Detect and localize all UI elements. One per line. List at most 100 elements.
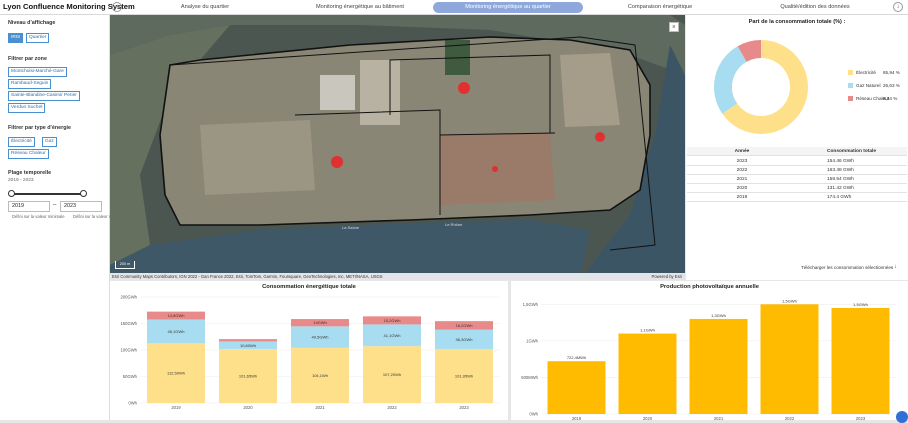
pv-bar[interactable]: [689, 318, 748, 414]
donut-slice[interactable]: [737, 40, 762, 63]
cell-consommation: 154.46 GWh: [827, 159, 854, 164]
tab-analyse-quartier[interactable]: Analyse du quartier: [150, 2, 260, 13]
pv-bar[interactable]: [547, 361, 606, 414]
tab-qualite-donnees[interactable]: Qualité/édition des données: [745, 2, 885, 13]
bar-data-label: 14,8GWh: [168, 313, 185, 318]
bar-segment[interactable]: [219, 339, 277, 342]
zone-chip-montchoisi[interactable]: Montchoisi-Marché-Gare: [8, 67, 67, 77]
y-tick-label: 100GWh: [120, 348, 137, 353]
bar-data-label: 1,1GWh: [640, 328, 655, 333]
cell-annee: 2021: [736, 177, 748, 182]
download-selection-icon[interactable]: ↓: [894, 264, 897, 270]
x-tick-label: 2021: [315, 405, 325, 410]
level-option-quartier[interactable]: Quartier: [26, 33, 50, 43]
legend-swatch-gaz: [848, 83, 853, 88]
map-marker[interactable]: [595, 132, 605, 142]
legend-reseau-chaleur: Réseau Chaleur 8,34 %: [848, 96, 897, 101]
y-tick-label: 500MWh: [521, 375, 538, 380]
bar-data-label: 112,50Wh: [167, 371, 185, 376]
cell-annee: 2023: [736, 159, 748, 164]
cell-annee: 2020: [736, 186, 748, 191]
bar-data-label: 41,1GWh: [384, 333, 401, 338]
year-end-input[interactable]: 2023: [60, 201, 102, 212]
y-tick-label: 50GWh: [123, 374, 138, 379]
set-min-label[interactable]: Défini sur la valeur minimale: [12, 214, 65, 219]
help-button[interactable]: [896, 411, 908, 423]
bar-data-label: 10,60Wh: [240, 343, 256, 348]
energy-heading: Filtrer par type d'énergie: [8, 125, 71, 131]
legend-swatch-elec: [848, 70, 853, 75]
x-tick-label: 2019: [171, 405, 181, 410]
pv-bar[interactable]: [618, 333, 677, 414]
bar-data-label: 15,2GWh: [384, 318, 401, 323]
map-marker[interactable]: [492, 166, 498, 172]
table-row[interactable]: 2020 131.42 GWh: [687, 184, 907, 193]
zone-heading: Filtrer par zone: [8, 56, 47, 62]
period-slider-track[interactable]: [11, 193, 83, 195]
y-tick-label: 0Wh: [529, 412, 538, 417]
home-icon[interactable]: ⌂: [112, 2, 122, 12]
x-tick-label: 2019: [572, 416, 582, 420]
bar-data-label: 101,65Wh: [239, 374, 257, 379]
map-attribution-text: Esri Community Maps Contributors, IGN 20…: [112, 274, 383, 279]
set-max-label[interactable]: Défini sur la valeur maximale: [73, 214, 110, 219]
powered-by-esri[interactable]: Powered by Esri: [652, 273, 683, 280]
river-label-rhone: Le Rhône: [445, 222, 463, 227]
zone-chip-sainte-blandine[interactable]: Sainte-Blandine-Casimir Perier: [8, 91, 80, 101]
stacked-bar-chart: 0Wh 50GWh 100GWh 150GWh 200GWh 112,50Wh 45,1GW…: [120, 295, 500, 410]
cell-annee: 2019: [736, 195, 748, 200]
zone-chip-verdun-suchet[interactable]: Verdun Suchet: [8, 103, 46, 113]
bar-data-label: 45,1GWh: [168, 329, 185, 334]
energy-chip-electricite[interactable]: Électricité: [8, 137, 35, 147]
cell-consommation: 163.48 GWh: [827, 168, 854, 173]
table-header: Année Consommation totale: [687, 147, 907, 156]
filter-sidebar: Niveau d'affichage IRIS Quartier Filtrer…: [0, 15, 110, 420]
cell-consommation: 131.42 GWh: [827, 186, 854, 191]
total-consumption-chart-panel: Consommation énergétique totale 0Wh 50GWh…: [110, 281, 508, 420]
energy-chip-gaz[interactable]: Gaz: [42, 137, 57, 147]
tab-comparaison-energetique[interactable]: Comparaison énergétique: [600, 2, 720, 13]
table-row[interactable]: 2021 158.54 GWh: [687, 175, 907, 184]
level-option-iris[interactable]: IRIS: [8, 33, 24, 43]
table-row[interactable]: 2022 163.48 GWh: [687, 166, 907, 175]
year-range-dash: –: [53, 202, 57, 208]
energy-chip-reseau-chaleur[interactable]: Réseau Chaleur: [8, 149, 49, 159]
y-tick-label: 200GWh: [120, 295, 137, 300]
pv-bar[interactable]: [831, 307, 890, 414]
district-map[interactable]: ≡ La Saône Le Rhône 200 m Esri Community…: [110, 15, 685, 280]
layers-icon[interactable]: ≡: [669, 22, 679, 32]
bar-data-label: 107,20Wh: [383, 372, 401, 377]
bar-data-label: 1,3GWh: [711, 313, 726, 318]
tab-monitoring-quartier[interactable]: Monitoring énergétique au quartier: [433, 2, 583, 13]
col-header-annee: Année: [734, 149, 750, 154]
bar-data-label: 101,95Wh: [455, 373, 473, 378]
zone-chip-rambaud[interactable]: Rambaud-Seguin: [8, 79, 52, 89]
map-marker[interactable]: [458, 82, 470, 94]
pv-bar[interactable]: [760, 304, 819, 414]
y-tick-label: 1GWh: [526, 338, 539, 343]
col-header-consommation: Consommation totale: [827, 149, 877, 154]
top-navigation-bar: Lyon Confluence Monitoring System ⌂ Anal…: [0, 0, 908, 15]
tab-monitoring-batiment[interactable]: Monitoring énergétique au bâtiment: [290, 2, 430, 13]
period-slider-end-handle[interactable]: [80, 190, 87, 197]
x-tick-label: 2022: [785, 416, 795, 420]
legend-value-elec: 65,94 %: [883, 70, 900, 75]
bar-data-label: 16,2GWh: [456, 323, 473, 328]
download-icon[interactable]: ↓: [893, 2, 903, 12]
cell-annee: 2022: [736, 168, 748, 173]
download-selection-link[interactable]: Télécharger les consommation sélectionné…: [801, 265, 893, 270]
year-start-input[interactable]: 2019: [8, 201, 50, 212]
x-tick-label: 2023: [459, 405, 469, 410]
map-marker[interactable]: [331, 156, 343, 168]
pv-bar-chart: 0Wh 500MWh 1GWh 1,5GWh 722,4MWh 2019 1,1GWh 202…: [521, 298, 896, 420]
legend-label-elec: Électricité: [856, 70, 876, 75]
donut-slice[interactable]: [714, 46, 748, 114]
period-slider-start-handle[interactable]: [8, 190, 15, 197]
table-row[interactable]: 2023 154.46 GWh: [687, 157, 907, 166]
legend-electricite: Électricité 65,94 %: [848, 70, 900, 75]
cell-consommation: 158.54 GWh: [827, 177, 854, 182]
bar-data-label: 104,1Wh: [312, 373, 328, 378]
x-tick-label: 2023: [856, 416, 866, 420]
table-row[interactable]: 2019 174.4 GWh: [687, 193, 907, 202]
bar-data-label: 36,3GWh: [456, 337, 473, 342]
